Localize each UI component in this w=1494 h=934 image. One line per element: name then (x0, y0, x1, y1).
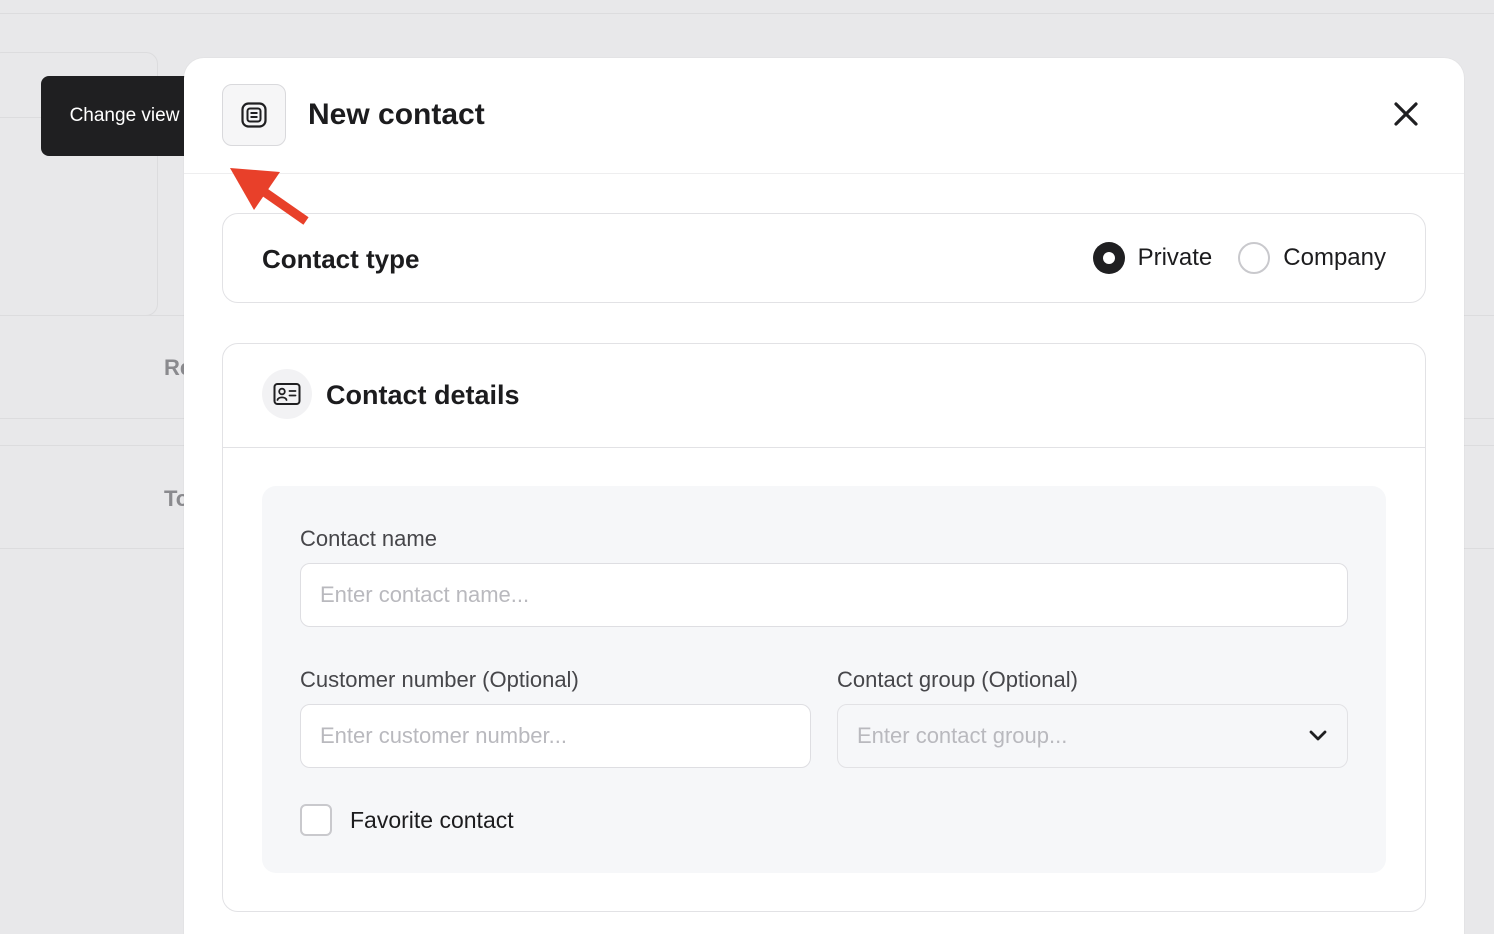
contact-type-radio-group: Private Company (1067, 242, 1386, 274)
list-view-icon (241, 102, 267, 128)
close-button[interactable] (1388, 96, 1424, 132)
contact-name-input[interactable] (300, 563, 1348, 627)
id-card-icon (273, 383, 301, 405)
radio-option-private[interactable]: Private (1092, 242, 1213, 274)
customer-number-input[interactable] (300, 704, 811, 768)
radio-option-company[interactable]: Company (1238, 242, 1386, 274)
radio-label-private: Private (1137, 244, 1213, 271)
close-icon (1394, 102, 1418, 126)
contact-details-form: Contact name Customer number (Optional) … (262, 486, 1386, 873)
change-view-tooltip: Change view (41, 76, 218, 156)
favorite-contact-checkbox[interactable] (300, 804, 332, 836)
contact-type-card: Contact type Private Company (222, 213, 1426, 303)
contact-details-header: Contact details (223, 344, 1425, 448)
contact-name-label: Contact name (300, 526, 437, 551)
radio-company[interactable] (1238, 242, 1271, 274)
contact-group-select[interactable]: Enter contact group... (837, 704, 1348, 768)
contact-type-title: Contact type (262, 244, 420, 274)
details-icon-wrapper (262, 369, 312, 419)
tooltip-text: Change view (69, 105, 180, 126)
contact-details-card: Contact details Contact name Customer nu… (222, 343, 1426, 912)
change-view-button[interactable] (222, 84, 286, 146)
background-divider (0, 13, 1494, 14)
chevron-down-icon (1309, 730, 1327, 741)
radio-label-company: Company (1283, 244, 1386, 271)
customer-number-label: Customer number (Optional) (300, 667, 579, 692)
favorite-contact-row[interactable]: Favorite contact (300, 804, 514, 836)
contact-group-label: Contact group (Optional) (837, 667, 1078, 692)
contact-details-title: Contact details (326, 380, 520, 410)
annotation-arrow-icon (230, 168, 309, 225)
new-contact-modal: New contact Contact type Private Company (184, 58, 1464, 934)
radio-private[interactable] (1092, 242, 1125, 274)
modal-header: New contact (184, 58, 1464, 174)
modal-title: New contact (308, 98, 485, 131)
favorite-contact-label: Favorite contact (350, 806, 514, 833)
contact-group-placeholder: Enter contact group... (857, 723, 1068, 748)
